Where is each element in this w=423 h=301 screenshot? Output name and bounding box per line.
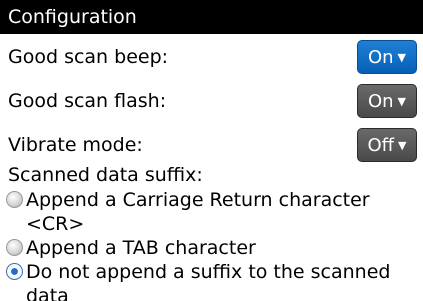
good-scan-flash-value: On: [367, 91, 394, 112]
good-scan-flash-label: Good scan flash:: [8, 90, 167, 112]
radio-button[interactable]: [6, 239, 23, 256]
configuration-screen: Configuration Good scan beep: On ▼ Good s…: [0, 0, 423, 301]
scanned-data-suffix-label: Scanned data suffix:: [8, 164, 203, 186]
radio-option-label: Do not append a suffix to the scanned da…: [26, 261, 391, 301]
chevron-down-icon: ▼: [397, 95, 407, 108]
radio-button-selected[interactable]: [6, 263, 23, 280]
vibrate-mode-value: Off: [367, 135, 395, 156]
radio-option-label: Append a TAB character: [26, 237, 256, 259]
vibrate-mode-label: Vibrate mode:: [8, 134, 143, 156]
good-scan-beep-dropdown[interactable]: On ▼: [357, 40, 417, 74]
setting-row-good-scan-beep: Good scan beep: On ▼: [0, 34, 423, 80]
vibrate-mode-dropdown[interactable]: Off ▼: [357, 128, 417, 162]
good-scan-flash-dropdown[interactable]: On ▼: [357, 84, 417, 118]
setting-row-vibrate-mode: Vibrate mode: Off ▼: [0, 122, 423, 168]
title-bar: Configuration: [0, 0, 423, 34]
good-scan-beep-label: Good scan beep:: [8, 46, 169, 68]
radio-button[interactable]: [6, 191, 23, 208]
radio-option-label: Append a Carriage Return character <CR>: [26, 189, 370, 235]
good-scan-beep-value: On: [367, 47, 394, 68]
chevron-down-icon: ▼: [398, 139, 407, 152]
chevron-down-icon: ▼: [397, 51, 407, 64]
page-title: Configuration: [8, 6, 137, 28]
setting-row-good-scan-flash: Good scan flash: On ▼: [0, 78, 423, 124]
